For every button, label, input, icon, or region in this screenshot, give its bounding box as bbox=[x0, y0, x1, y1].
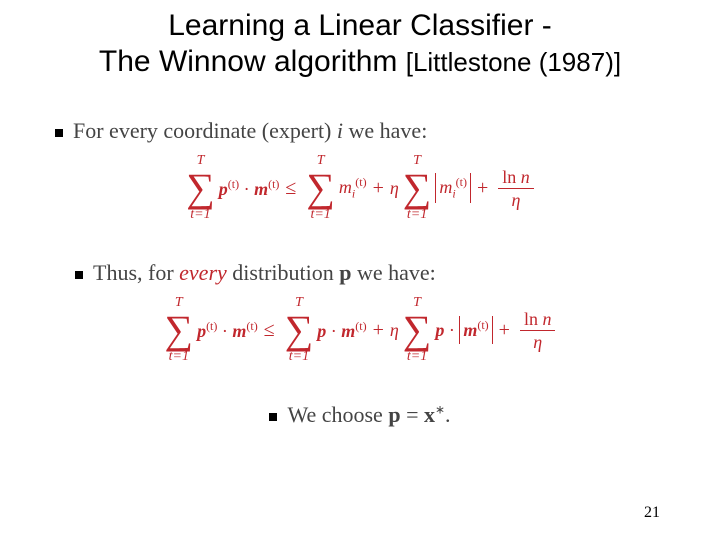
eq1-rhs-sup: (t) bbox=[355, 175, 366, 189]
intro2-prefix: Thus, for bbox=[93, 260, 179, 285]
eq2-abs-m: m bbox=[463, 320, 477, 340]
eq1-sum-rhs2: T ∑ t=1 bbox=[403, 154, 432, 222]
sigma-icon: ∑ bbox=[186, 168, 215, 208]
eq2-abs-p: p bbox=[435, 320, 444, 340]
eq1-fraction: ln n η bbox=[498, 168, 534, 209]
eq2-abs-term: m(t) bbox=[459, 316, 492, 344]
plus-icon: + bbox=[499, 319, 510, 342]
equation-1: T ∑ t=1 p(t) · m(t) ≤ T ∑ t=1 mi(t) + η … bbox=[0, 154, 720, 222]
intro2-mid: distribution bbox=[227, 260, 339, 285]
slide-title: Learning a Linear Classifier - The Winno… bbox=[0, 0, 720, 80]
eq2-frac-num: ln n bbox=[520, 310, 556, 331]
eq2-sum-lhs: T ∑ t=1 bbox=[165, 296, 194, 364]
intro2-suffix: we have: bbox=[351, 260, 435, 285]
eq1-n: n bbox=[521, 167, 530, 187]
equation-2: T ∑ t=1 p(t) · m(t) ≤ T ∑ t=1 p · m(t) +… bbox=[0, 296, 720, 364]
intro3-suffix: . bbox=[445, 402, 451, 427]
eq1-p: p bbox=[219, 179, 228, 199]
eq2-sum2-bot: t=1 bbox=[289, 350, 309, 364]
intro3-prefix: We choose bbox=[287, 402, 388, 427]
eq2-frac-den: η bbox=[529, 331, 546, 351]
intro1-suffix: we have: bbox=[343, 118, 427, 143]
sigma-icon: ∑ bbox=[403, 310, 432, 350]
dot-icon: · bbox=[244, 179, 250, 199]
eq2-rhs-m: m bbox=[341, 321, 355, 341]
eq2-lhs-term: p(t) · m(t) bbox=[197, 319, 258, 342]
eq1-sum-rhs1: T ∑ t=1 bbox=[306, 154, 335, 222]
eq1-sum-bot: t=1 bbox=[190, 208, 210, 222]
eq2-p: p bbox=[197, 321, 206, 341]
eq1-abs-term: mi(t) bbox=[435, 173, 471, 203]
title-line2-main: The Winnow algorithm bbox=[99, 45, 406, 78]
eq1-lhs-term: p(t) · m(t) bbox=[219, 177, 280, 200]
eq2-ln: ln bbox=[524, 309, 543, 329]
eq2-fraction: ln n η bbox=[520, 310, 556, 351]
eq2-m-sup: (t) bbox=[246, 319, 257, 333]
page-number: 21 bbox=[644, 504, 660, 522]
eq1-ln: ln bbox=[502, 167, 521, 187]
eq2-abs-wrap: p · m(t) bbox=[435, 316, 492, 344]
eq1-rhs-m: m bbox=[339, 177, 352, 197]
eq1-m-sup: (t) bbox=[268, 177, 279, 191]
intro-line-2: Thus, for every distribution p we have: bbox=[75, 260, 720, 286]
dot-icon: · bbox=[449, 320, 455, 340]
title-citation: [Littlestone (1987)] bbox=[406, 47, 621, 77]
eq2-sum3-bot: t=1 bbox=[407, 350, 427, 364]
eq2-m: m bbox=[232, 321, 246, 341]
eq1-sum2-bot: t=1 bbox=[310, 208, 330, 222]
leq-icon: ≤ bbox=[264, 319, 275, 342]
eq2-abs-sup: (t) bbox=[477, 318, 488, 332]
intro1-prefix: For every coordinate (expert) bbox=[73, 118, 337, 143]
eq2-rhs-term1: p · m(t) bbox=[317, 319, 366, 342]
plus-icon: + bbox=[477, 177, 488, 200]
dot-icon: · bbox=[222, 321, 228, 341]
bullet-icon bbox=[55, 129, 63, 137]
intro3-star: ∗ bbox=[435, 403, 445, 417]
eq2-p-sup: (t) bbox=[206, 319, 217, 333]
intro3-x: x bbox=[424, 402, 435, 427]
eq1-abs-m: m bbox=[439, 177, 452, 197]
bullet-icon bbox=[269, 413, 277, 421]
intro2-every: every bbox=[179, 260, 227, 285]
leq-icon: ≤ bbox=[285, 177, 296, 200]
sigma-icon: ∑ bbox=[285, 310, 314, 350]
intro3-eq: = bbox=[401, 402, 424, 427]
eq1-rhs-term1: mi(t) bbox=[339, 175, 367, 202]
eq1-m: m bbox=[254, 179, 268, 199]
eq1-p-sup: (t) bbox=[228, 177, 239, 191]
eq2-n: n bbox=[542, 309, 551, 329]
title-line1: Learning a Linear Classifier - bbox=[168, 9, 552, 42]
eq1-abs-sup: (t) bbox=[456, 175, 467, 189]
eq2-eta: η bbox=[390, 320, 399, 341]
intro2-var: p bbox=[339, 260, 351, 285]
intro3-p: p bbox=[388, 402, 400, 427]
intro-line-3: We choose p = x∗. bbox=[0, 402, 720, 428]
dot-icon: · bbox=[331, 321, 337, 341]
eq1-frac-num: ln n bbox=[498, 168, 534, 189]
intro-line-1: For every coordinate (expert) i we have: bbox=[55, 118, 720, 144]
eq2-sum-rhs2: T ∑ t=1 bbox=[403, 296, 432, 364]
sigma-icon: ∑ bbox=[165, 310, 194, 350]
eq1-sum-lhs: T ∑ t=1 bbox=[186, 154, 215, 222]
eq1-eta: η bbox=[390, 178, 399, 199]
eq2-sum-rhs1: T ∑ t=1 bbox=[285, 296, 314, 364]
eq1-sum3-bot: t=1 bbox=[407, 208, 427, 222]
sigma-icon: ∑ bbox=[306, 168, 335, 208]
plus-icon: + bbox=[373, 177, 384, 200]
plus-icon: + bbox=[373, 319, 384, 342]
bullet-icon bbox=[75, 271, 83, 279]
eq2-sum-bot: t=1 bbox=[169, 350, 189, 364]
slide: Learning a Linear Classifier - The Winno… bbox=[0, 0, 720, 540]
eq1-frac-den: η bbox=[508, 189, 525, 209]
eq2-rhs-sup: (t) bbox=[355, 319, 366, 333]
eq2-rhs-p: p bbox=[317, 321, 326, 341]
sigma-icon: ∑ bbox=[403, 168, 432, 208]
